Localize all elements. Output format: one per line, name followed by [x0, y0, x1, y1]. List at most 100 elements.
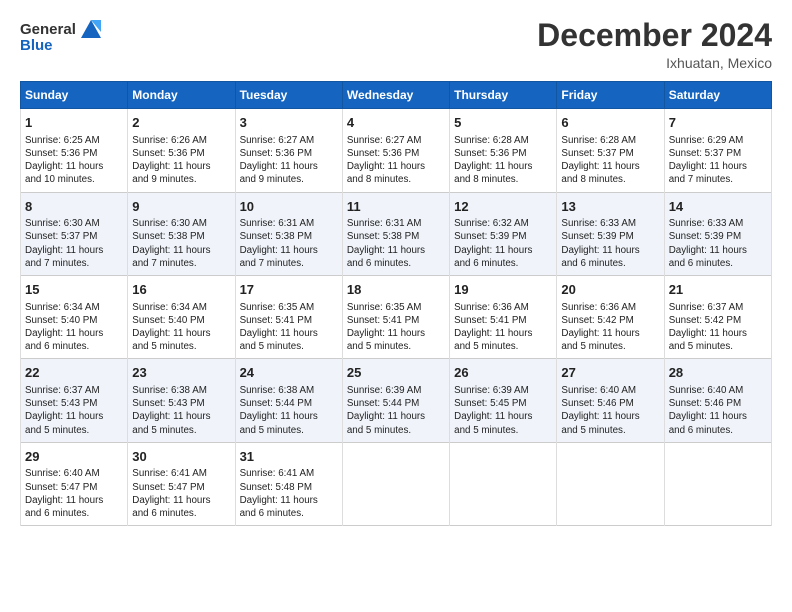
- cell-line: Daylight: 11 hours: [240, 244, 338, 257]
- calendar-cell: 13Sunrise: 6:33 AMSunset: 5:39 PMDayligh…: [557, 192, 664, 275]
- cell-line: Sunrise: 6:28 AM: [561, 134, 659, 147]
- calendar-cell: [664, 442, 771, 525]
- calendar-cell: 20Sunrise: 6:36 AMSunset: 5:42 PMDayligh…: [557, 276, 664, 359]
- day-number: 22: [25, 364, 123, 382]
- cell-line: and 6 minutes.: [561, 257, 659, 270]
- cell-line: and 5 minutes.: [25, 424, 123, 437]
- cell-line: Sunset: 5:36 PM: [132, 147, 230, 160]
- calendar-cell: 26Sunrise: 6:39 AMSunset: 5:45 PMDayligh…: [450, 359, 557, 442]
- calendar-cell: 17Sunrise: 6:35 AMSunset: 5:41 PMDayligh…: [235, 276, 342, 359]
- cell-line: and 7 minutes.: [240, 257, 338, 270]
- cell-line: and 5 minutes.: [454, 340, 552, 353]
- calendar-cell: 23Sunrise: 6:38 AMSunset: 5:43 PMDayligh…: [128, 359, 235, 442]
- calendar-body: 1Sunrise: 6:25 AMSunset: 5:36 PMDaylight…: [21, 109, 772, 526]
- calendar-cell: 14Sunrise: 6:33 AMSunset: 5:39 PMDayligh…: [664, 192, 771, 275]
- cell-line: Daylight: 11 hours: [669, 327, 767, 340]
- day-number: 12: [454, 198, 552, 216]
- calendar-cell: 18 Sunrise: 6:35 AMSunset: 5:41 PMDayligh…: [342, 276, 449, 359]
- cell-line: Daylight: 11 hours: [454, 244, 552, 257]
- cell-line: Daylight: 11 hours: [25, 244, 123, 257]
- day-number: 28: [669, 364, 767, 382]
- cell-line: Daylight: 11 hours: [25, 494, 123, 507]
- day-number: 21: [669, 281, 767, 299]
- cell-line: Sunrise: 6:32 AM: [454, 217, 552, 230]
- calendar-cell: [557, 442, 664, 525]
- cell-line: and 5 minutes.: [669, 340, 767, 353]
- location: Ixhuatan, Mexico: [537, 55, 772, 71]
- cell-line: and 5 minutes.: [132, 424, 230, 437]
- day-number: 7: [669, 114, 767, 132]
- cell-line: Daylight: 11 hours: [132, 244, 230, 257]
- day-number: 14: [669, 198, 767, 216]
- cell-line: Daylight: 11 hours: [25, 160, 123, 173]
- cell-line: Sunset: 5:41 PM: [347, 314, 445, 327]
- cell-line: Sunset: 5:43 PM: [25, 397, 123, 410]
- cell-line: Sunrise: 6:35 AM: [240, 301, 338, 314]
- cell-line: Daylight: 11 hours: [454, 160, 552, 173]
- cell-line: Daylight: 11 hours: [347, 327, 445, 340]
- cell-line: Daylight: 11 hours: [669, 410, 767, 423]
- calendar-week-5: 29Sunrise: 6:40 AMSunset: 5:47 PMDayligh…: [21, 442, 772, 525]
- cell-line: Sunrise: 6:33 AM: [561, 217, 659, 230]
- cell-line: and 6 minutes.: [25, 507, 123, 520]
- cell-line: Sunrise: 6:27 AM: [347, 134, 445, 147]
- cell-line: Sunrise: 6:29 AM: [669, 134, 767, 147]
- cell-line: and 5 minutes.: [240, 424, 338, 437]
- day-number: 18: [347, 281, 445, 299]
- day-number: 26: [454, 364, 552, 382]
- cell-line: Sunrise: 6:40 AM: [561, 384, 659, 397]
- cell-line: Sunrise: 6:31 AM: [347, 217, 445, 230]
- cell-line: Sunset: 5:47 PM: [132, 481, 230, 494]
- day-number: 8: [25, 198, 123, 216]
- calendar-cell: 12Sunrise: 6:32 AMSunset: 5:39 PMDayligh…: [450, 192, 557, 275]
- cell-line: Daylight: 11 hours: [240, 327, 338, 340]
- day-number: 6: [561, 114, 659, 132]
- calendar-cell: 8Sunrise: 6:30 AMSunset: 5:37 PMDaylight…: [21, 192, 128, 275]
- cell-line: Sunset: 5:37 PM: [561, 147, 659, 160]
- cell-line: Sunset: 5:37 PM: [25, 230, 123, 243]
- cell-line: and 10 minutes.: [25, 173, 123, 186]
- calendar-cell: 9Sunrise: 6:30 AMSunset: 5:38 PMDaylight…: [128, 192, 235, 275]
- calendar-week-4: 22Sunrise: 6:37 AMSunset: 5:43 PMDayligh…: [21, 359, 772, 442]
- cell-line: Sunset: 5:39 PM: [669, 230, 767, 243]
- cell-line: and 7 minutes.: [25, 257, 123, 270]
- cell-line: and 5 minutes.: [454, 424, 552, 437]
- calendar-cell: 5Sunrise: 6:28 AMSunset: 5:36 PMDaylight…: [450, 109, 557, 192]
- cell-line: and 6 minutes.: [454, 257, 552, 270]
- cell-line: Sunset: 5:43 PM: [132, 397, 230, 410]
- logo: General Blue: [20, 18, 104, 54]
- cell-line: Sunset: 5:46 PM: [669, 397, 767, 410]
- cell-line: Sunset: 5:39 PM: [454, 230, 552, 243]
- cell-line: Sunrise: 6:38 AM: [240, 384, 338, 397]
- cell-line: Daylight: 11 hours: [347, 410, 445, 423]
- cell-line: Daylight: 11 hours: [240, 160, 338, 173]
- cell-line: Sunrise: 6:30 AM: [132, 217, 230, 230]
- cell-line: Sunrise: 6:33 AM: [669, 217, 767, 230]
- cell-line: Sunset: 5:40 PM: [132, 314, 230, 327]
- header: General Blue December 2024 Ixhuatan, Mex…: [20, 18, 772, 71]
- cell-line: Daylight: 11 hours: [561, 244, 659, 257]
- cell-line: Sunrise: 6:34 AM: [132, 301, 230, 314]
- calendar-cell: 16Sunrise: 6:34 AMSunset: 5:40 PMDayligh…: [128, 276, 235, 359]
- cell-line: Daylight: 11 hours: [669, 160, 767, 173]
- cell-line: Daylight: 11 hours: [25, 327, 123, 340]
- calendar-cell: 30Sunrise: 6:41 AMSunset: 5:47 PMDayligh…: [128, 442, 235, 525]
- cell-line: and 8 minutes.: [454, 173, 552, 186]
- calendar-cell: 27Sunrise: 6:40 AMSunset: 5:46 PMDayligh…: [557, 359, 664, 442]
- cell-line: Sunset: 5:36 PM: [25, 147, 123, 160]
- cell-line: Sunset: 5:42 PM: [561, 314, 659, 327]
- cell-line: Sunrise: 6:35 AM: [347, 301, 445, 314]
- cell-line: Sunrise: 6:38 AM: [132, 384, 230, 397]
- cell-line: Daylight: 11 hours: [669, 244, 767, 257]
- calendar-week-2: 8Sunrise: 6:30 AMSunset: 5:37 PMDaylight…: [21, 192, 772, 275]
- logo-icon: [78, 18, 104, 40]
- cell-line: Daylight: 11 hours: [347, 244, 445, 257]
- cell-line: Sunrise: 6:30 AM: [25, 217, 123, 230]
- month-title: December 2024: [537, 18, 772, 53]
- cell-line: Sunset: 5:37 PM: [669, 147, 767, 160]
- cell-line: and 6 minutes.: [347, 257, 445, 270]
- cell-line: Sunrise: 6:41 AM: [240, 467, 338, 480]
- cell-line: and 9 minutes.: [132, 173, 230, 186]
- cell-line: and 9 minutes.: [240, 173, 338, 186]
- calendar-cell: 3Sunrise: 6:27 AMSunset: 5:36 PMDaylight…: [235, 109, 342, 192]
